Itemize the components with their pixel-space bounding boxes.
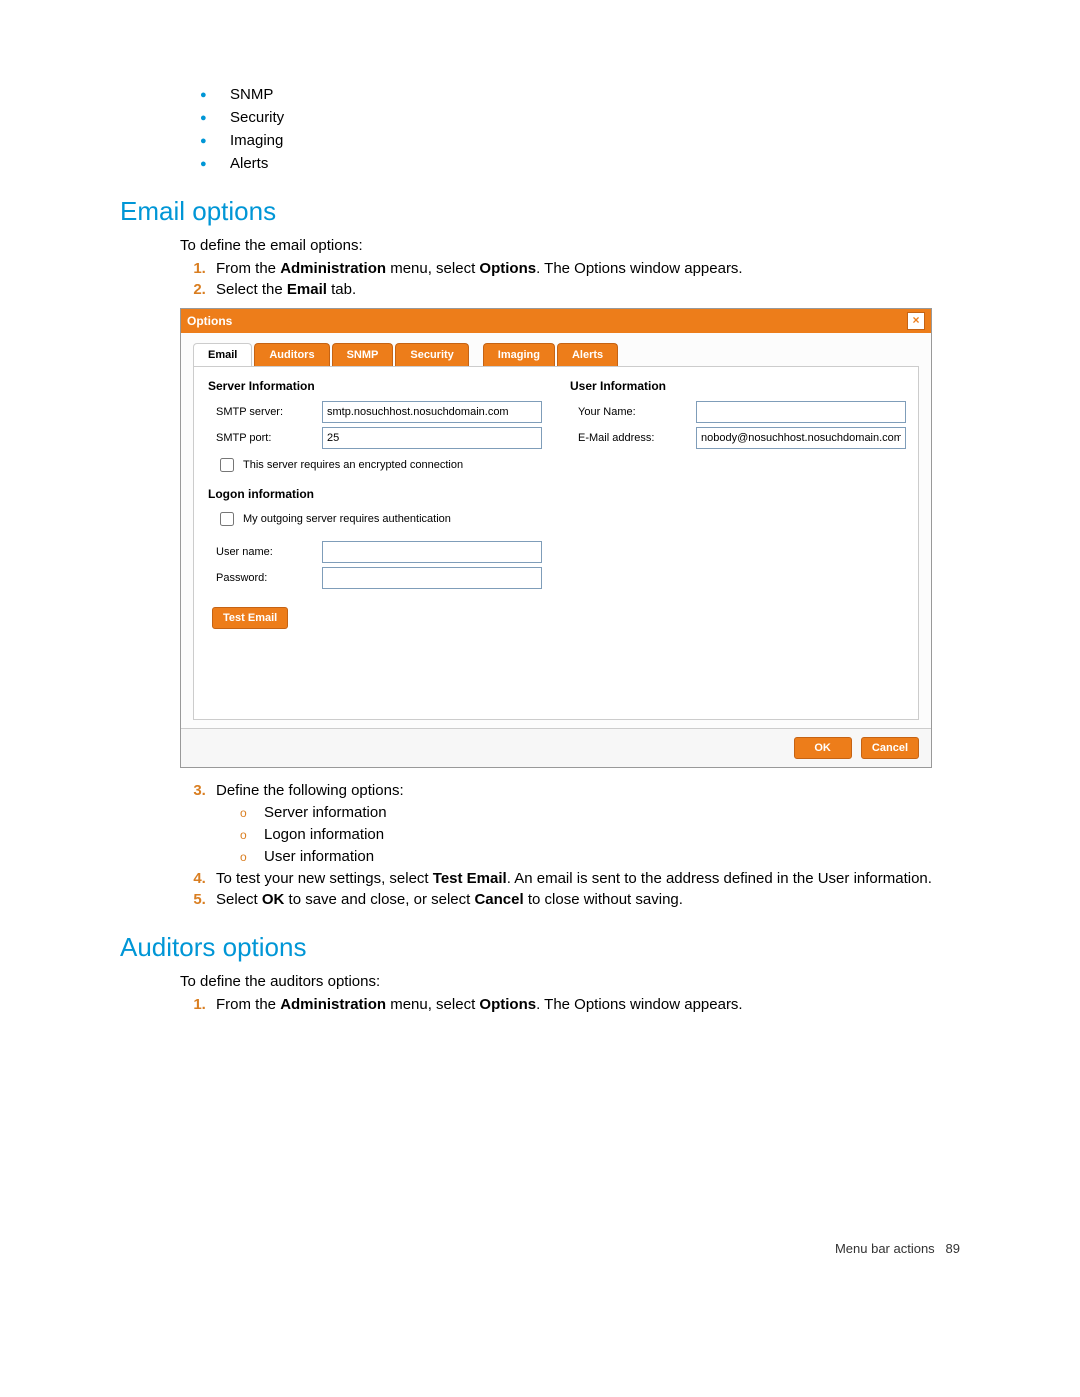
page-number: 89 (946, 1241, 960, 1256)
password-input[interactable] (322, 567, 542, 589)
list-item: Alerts (200, 155, 960, 172)
left-column: Server Information SMTP server: SMTP por… (208, 379, 542, 689)
smtp-port-input[interactable] (322, 427, 542, 449)
options-dialog-screenshot: Options × Email Auditors SNMP Security I… (180, 308, 932, 768)
footer-text: Menu bar actions (835, 1241, 935, 1256)
encrypted-label: This server requires an encrypted connec… (243, 459, 463, 471)
right-column: User Information Your Name: E-Mail addre… (570, 379, 906, 689)
auditors-intro: To define the auditors options: (180, 973, 960, 990)
auth-label: My outgoing server requires authenticati… (243, 513, 451, 525)
tab-imaging[interactable]: Imaging (483, 343, 555, 366)
smtp-port-label: SMTP port: (208, 432, 314, 444)
close-icon[interactable]: × (907, 312, 925, 330)
page-footer: Menu bar actions 89 (835, 1241, 960, 1256)
step-2: Select the Email tab. (210, 281, 960, 298)
list-item: Imaging (200, 132, 960, 149)
ok-button[interactable]: OK (794, 737, 852, 759)
username-label: User name: (208, 546, 314, 558)
auditors-steps: From the Administration menu, select Opt… (180, 996, 960, 1013)
email-intro: To define the email options: (180, 237, 960, 254)
test-email-button[interactable]: Test Email (212, 607, 288, 629)
continuation-bullet-list: SNMP Security Imaging Alerts (200, 86, 960, 172)
auditors-options-heading: Auditors options (120, 932, 960, 963)
email-steps-cont: Define the following options: Server inf… (180, 782, 960, 908)
cancel-button[interactable]: Cancel (861, 737, 919, 759)
smtp-server-input[interactable] (322, 401, 542, 423)
sub-item: User information (240, 848, 960, 865)
password-label: Password: (208, 572, 314, 584)
tab-security[interactable]: Security (395, 343, 468, 366)
email-options-heading: Email options (120, 196, 960, 227)
your-name-label: Your Name: (570, 406, 688, 418)
tab-auditors[interactable]: Auditors (254, 343, 329, 366)
step-4: To test your new settings, select Test E… (210, 870, 960, 887)
tab-alerts[interactable]: Alerts (557, 343, 618, 366)
page-content: SNMP Security Imaging Alerts Email optio… (0, 0, 1080, 1280)
sub-item: Server information (240, 804, 960, 821)
server-info-title: Server Information (208, 379, 542, 393)
dialog-title: Options (187, 314, 232, 328)
logon-info-title: Logon information (208, 487, 542, 501)
tab-email[interactable]: Email (193, 343, 252, 366)
step-3: Define the following options: Server inf… (210, 782, 960, 865)
auditors-step-1: From the Administration menu, select Opt… (210, 996, 960, 1013)
dialog-footer: OK Cancel (181, 728, 931, 767)
your-name-input[interactable] (696, 401, 906, 423)
dialog-titlebar: Options × (181, 309, 931, 333)
list-item: Security (200, 109, 960, 126)
auth-checkbox[interactable] (220, 512, 234, 526)
username-input[interactable] (322, 541, 542, 563)
email-address-input[interactable] (696, 427, 906, 449)
step-3-sublist: Server information Logon information Use… (240, 804, 960, 865)
email-address-label: E-Mail address: (570, 432, 688, 444)
tabs-row: Email Auditors SNMP Security Imaging Ale… (193, 343, 919, 366)
encrypted-checkbox[interactable] (220, 458, 234, 472)
sub-item: Logon information (240, 826, 960, 843)
tab-snmp[interactable]: SNMP (332, 343, 394, 366)
email-steps: From the Administration menu, select Opt… (180, 260, 960, 298)
step-1: From the Administration menu, select Opt… (210, 260, 960, 277)
list-item: SNMP (200, 86, 960, 103)
smtp-server-label: SMTP server: (208, 406, 314, 418)
step-5: Select OK to save and close, or select C… (210, 891, 960, 908)
user-info-title: User Information (570, 379, 906, 393)
